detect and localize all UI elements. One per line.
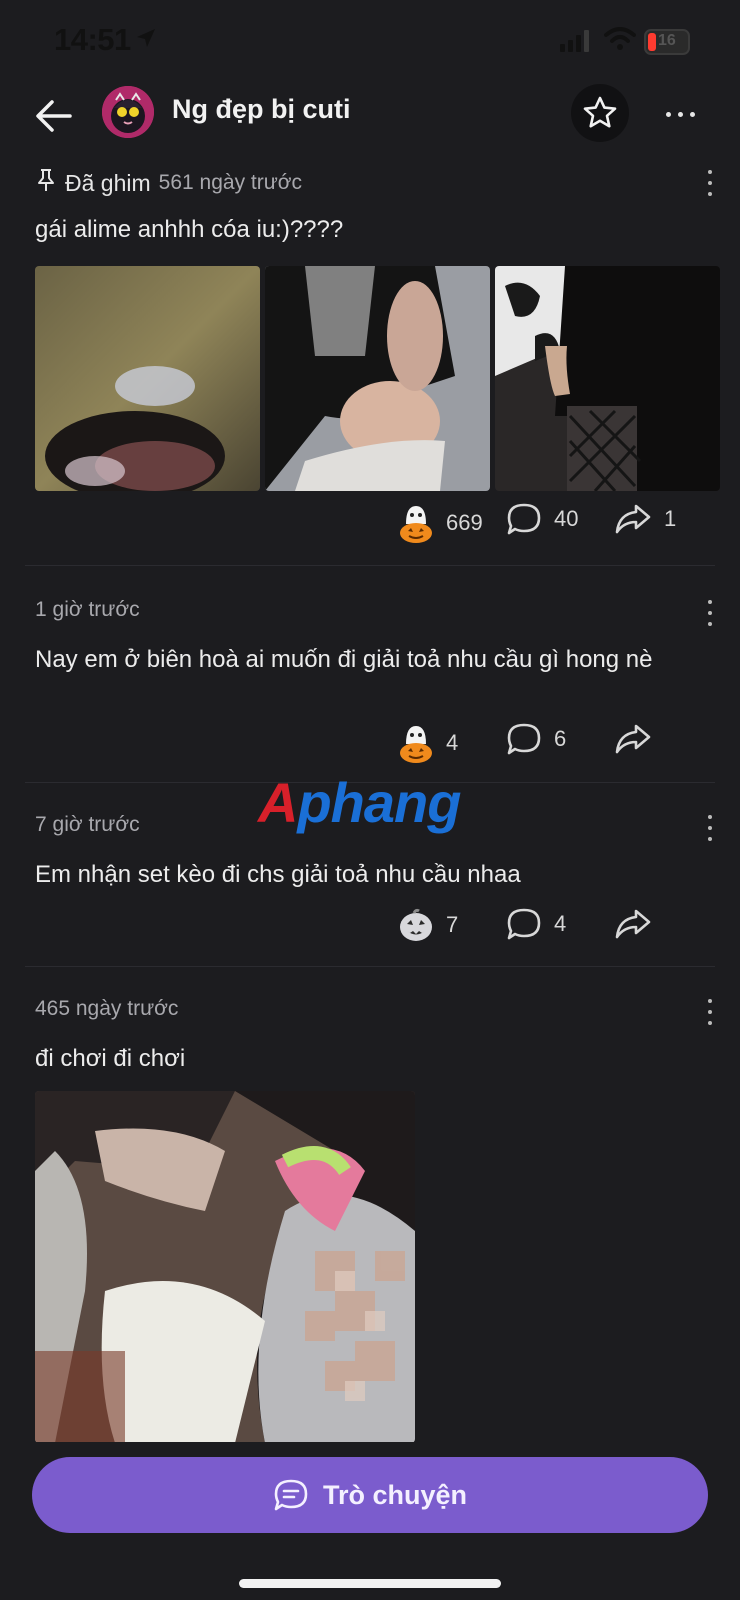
back-arrow-icon [36, 100, 72, 132]
share-icon [615, 724, 651, 754]
share-icon [615, 504, 651, 534]
avatar[interactable] [102, 86, 154, 138]
post-image-gallery [35, 266, 720, 491]
post-time: 561 ngày trước [158, 171, 303, 194]
post-time: 465 ngày trước [35, 997, 179, 1020]
watermark-part2: phang [297, 771, 461, 834]
post-text: Nay em ở biên hoà ai muốn đi giải toả nh… [35, 646, 653, 673]
location-arrow-icon [134, 26, 158, 55]
reaction-button[interactable]: 4 [398, 722, 458, 764]
cell-signal-icon [560, 30, 592, 57]
status-bar: 14:51 16 [0, 0, 740, 84]
ghost-pumpkin-icon [400, 506, 432, 543]
page-title: Ng đẹp bị cuti [172, 94, 351, 124]
reaction-count: 7 [446, 912, 459, 937]
post-meta: 7 giờ trước [35, 813, 140, 837]
post-time: 7 giờ trước [35, 813, 140, 836]
post-menu-button[interactable] [700, 600, 720, 626]
jack-o-lantern-icon [400, 908, 432, 941]
post-menu-button[interactable] [700, 999, 720, 1025]
comment-button[interactable]: 40 [506, 502, 578, 536]
share-button[interactable] [614, 907, 652, 941]
share-button[interactable] [614, 722, 652, 756]
post-meta: 465 ngày trước [35, 997, 178, 1021]
battery-icon: 16 [644, 29, 690, 55]
back-button[interactable] [30, 92, 78, 140]
comment-button[interactable]: 4 [506, 907, 566, 941]
post-actions: 669 40 1 [0, 502, 740, 552]
battery-level: 16 [658, 32, 676, 49]
wifi-icon [604, 27, 636, 56]
ghost-pumpkin-icon [400, 726, 432, 763]
post-image[interactable] [495, 266, 720, 491]
reaction-button[interactable]: 7 [398, 907, 458, 943]
watermark: Aphang [258, 770, 461, 835]
comment-count: 6 [554, 726, 567, 751]
chat-button[interactable]: Trò chuyện [32, 1457, 708, 1533]
reaction-count: 4 [446, 730, 459, 755]
comment-count: 40 [554, 506, 579, 531]
post-time: 1 giờ trước [35, 598, 140, 621]
post-meta: 1 giờ trước [35, 598, 140, 622]
post-menu-button[interactable] [700, 170, 720, 196]
post-image-gallery [35, 1091, 415, 1443]
comment-icon [507, 503, 541, 535]
post-text: đi chơi đi chơi [35, 1045, 186, 1072]
post-meta: Đã ghim 561 ngày trước [35, 168, 302, 198]
chat-button-label: Trò chuyện [322, 1479, 468, 1510]
share-button[interactable]: 1 [614, 502, 676, 536]
comment-icon [507, 723, 541, 755]
post-actions: 4 6 [0, 722, 740, 772]
pin-icon [35, 168, 57, 198]
reaction-button[interactable]: 669 [398, 502, 483, 544]
comment-button[interactable]: 6 [506, 722, 566, 756]
post-image[interactable] [35, 1091, 415, 1443]
reaction-count: 669 [446, 510, 483, 535]
star-icon [583, 96, 617, 128]
bottom-bar: Trò chuyện [0, 1442, 740, 1600]
comment-icon [507, 908, 541, 940]
post-actions: 7 4 [0, 907, 740, 957]
post-text: gái alime anhhh cóa iu:)???? [35, 216, 344, 243]
chat-icon [274, 1479, 308, 1511]
watermark-part1: A [258, 771, 298, 834]
divider [25, 565, 715, 566]
status-time: 14:51 [54, 22, 131, 57]
share-count: 1 [664, 506, 677, 531]
pinned-label: Đã ghim [65, 169, 151, 196]
home-indicator[interactable] [239, 1579, 501, 1588]
more-icon [665, 111, 671, 117]
favorite-button[interactable] [571, 84, 629, 142]
post-text: Em nhận set kèo đi chs giải toả nhu cầu … [35, 861, 521, 888]
divider [25, 966, 715, 967]
share-icon [615, 909, 651, 939]
post-image[interactable] [35, 266, 260, 491]
more-options-button[interactable] [656, 94, 704, 134]
post-image[interactable] [265, 266, 490, 491]
comment-count: 4 [554, 911, 567, 936]
top-bar: Ng đẹp bị cuti [0, 84, 740, 176]
post-menu-button[interactable] [700, 815, 720, 841]
